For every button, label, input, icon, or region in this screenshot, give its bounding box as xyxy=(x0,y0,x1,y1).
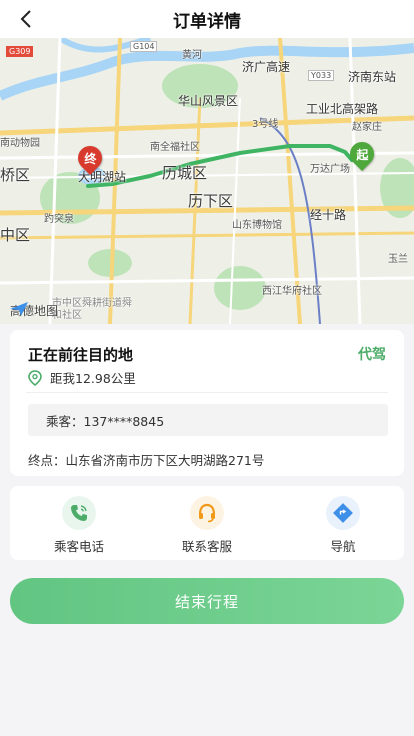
destination-address: 终点：山东省济南市历下区大明湖路271号 xyxy=(28,453,265,468)
distance-row: 距我12.98公里 xyxy=(28,368,136,387)
order-info-card: 正在前往目的地 代驾 距我12.98公里 乘客：137****8845 终点：山… xyxy=(10,330,404,476)
map-label-zhong: 中区 xyxy=(0,226,31,244)
passenger-info: 乘客：137****8845 xyxy=(28,404,388,436)
map-label-g309: G309 xyxy=(6,46,34,57)
map-label-huanghe: 黄河 xyxy=(182,50,202,61)
map-label-jiguang: 济广高速 xyxy=(242,60,291,74)
map-label-quanfu: 南全福社区 xyxy=(150,142,200,153)
action-card: 乘客电话 联系客服 导航 xyxy=(10,486,404,560)
map-label-zoo: 南动物园 xyxy=(0,138,40,149)
map-label-lixia: 历下区 xyxy=(188,192,234,210)
map-label-lichengqu: 历城区 xyxy=(162,164,208,182)
map-label-y033: Y033 xyxy=(308,70,335,81)
map-label-huashan: 华山风景区 xyxy=(178,94,239,108)
navigation-icon xyxy=(326,496,360,530)
passenger-phone-button[interactable]: 乘客电话 xyxy=(34,496,124,555)
map-label-line3: 3号线 xyxy=(252,119,279,130)
back-button[interactable] xyxy=(14,7,38,31)
map-label-g104: G104 xyxy=(130,41,158,52)
map-label-jinan-east: 济南东站 xyxy=(348,70,397,84)
service-type-badge: 代驾 xyxy=(358,347,386,363)
trip-status: 正在前往目的地 xyxy=(28,346,134,364)
page-title: 订单详情 xyxy=(173,11,241,32)
route-map[interactable]: G309 G104 黄河 济广高速 Y033 济南东站 华山风景区 工业北高架路… xyxy=(0,38,414,324)
map-label-jingshi: 经十路 xyxy=(310,208,347,222)
headset-icon xyxy=(190,496,224,530)
map-label-museum: 山东博物馆 xyxy=(232,220,282,231)
location-pin-icon xyxy=(28,369,42,386)
map-label-yulan: 玉兰 xyxy=(388,254,408,265)
map-label-gongye: 工业北高架路 xyxy=(306,102,379,116)
map-label-baotu: 趵突泉 xyxy=(44,214,74,225)
phone-icon xyxy=(62,496,96,530)
divider xyxy=(26,392,388,393)
amap-logo-icon xyxy=(10,302,28,316)
navigation-button[interactable]: 导航 xyxy=(298,496,388,555)
map-label-qiao: 桥区 xyxy=(0,166,31,184)
distance-text: 距我12.98公里 xyxy=(50,371,136,386)
customer-service-button[interactable]: 联系客服 xyxy=(162,496,252,555)
chevron-left-icon xyxy=(20,10,31,28)
map-label-zhaojia: 赵家庄 xyxy=(352,122,382,133)
map-logo: 高德地图 xyxy=(10,302,59,318)
map-label-wanda: 万达广场 xyxy=(310,164,350,175)
header-bar: 订单详情 xyxy=(0,0,414,38)
map-label-xijiang: 西江华府社区 xyxy=(262,286,322,297)
map-label-shunhe: 市中区舜耕街道舜和社区 xyxy=(52,298,132,321)
end-trip-button[interactable]: 结束行程 xyxy=(10,578,404,624)
